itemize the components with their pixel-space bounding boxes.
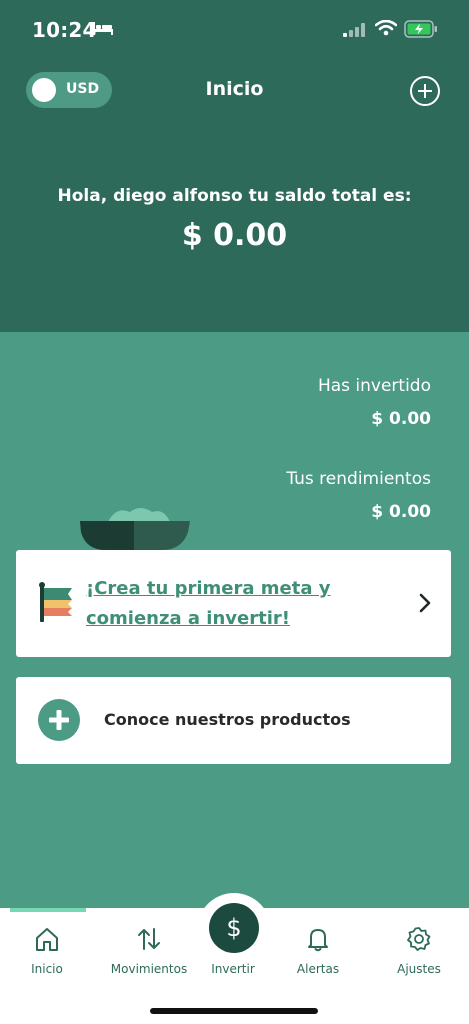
tab-alertas[interactable]: Alertas	[271, 908, 365, 988]
gear-icon	[372, 926, 466, 952]
battery-charging-icon	[404, 20, 438, 42]
tab-label: Movimientos	[110, 962, 188, 976]
tab-label: Ajustes	[397, 962, 441, 976]
plant-pot-illustration	[78, 504, 192, 556]
plus-circle-icon	[38, 699, 80, 741]
invested-value: $ 0.00	[371, 409, 431, 429]
bell-icon	[271, 926, 365, 952]
tab-label: Alertas	[296, 962, 340, 976]
returns-label: Tus rendimientos	[286, 469, 431, 489]
chevron-right-icon	[418, 593, 432, 617]
tab-inicio[interactable]: Inicio	[0, 908, 94, 988]
plus-circle-icon	[410, 76, 440, 106]
status-bar: 10:24	[0, 0, 469, 60]
tab-label-invertir: Invertir	[211, 962, 255, 976]
create-goal-link[interactable]: ¡Crea tu primera meta y comienza a inver…	[86, 574, 386, 634]
invest-button[interactable]: $	[209, 903, 259, 953]
products-label: Conoce nuestros productos	[104, 710, 351, 729]
tab-ajustes[interactable]: Ajustes	[372, 908, 466, 988]
invested-label: Has invertido	[317, 376, 431, 396]
home-icon	[0, 926, 94, 952]
products-card[interactable]: Conoce nuestros productos	[16, 677, 451, 764]
total-balance: $ 0.00	[181, 218, 288, 253]
app-screen: 10:24 USD Inicio Hola, diego alfonso tu …	[0, 0, 469, 1024]
tab-movimientos[interactable]: Movimientos	[102, 908, 196, 988]
header-panel: 10:24 USD Inicio Hola, diego alfonso tu …	[0, 0, 469, 332]
wifi-icon	[374, 19, 398, 40]
returns-value: $ 0.00	[371, 502, 431, 522]
tab-label: Inicio	[31, 962, 63, 976]
bed-icon	[92, 20, 114, 40]
arrows-updown-icon	[102, 926, 196, 952]
create-goal-card[interactable]: ¡Crea tu primera meta y comienza a inver…	[16, 550, 451, 657]
dollar-icon: $	[226, 914, 242, 942]
flag-icon	[38, 582, 74, 628]
cellular-signal-icon	[343, 22, 367, 41]
greeting-text: Hola, diego alfonso tu saldo total es:	[57, 186, 412, 206]
add-button[interactable]	[409, 75, 441, 107]
page-title: Inicio	[205, 78, 264, 100]
home-indicator	[150, 1008, 318, 1014]
status-time: 10:24	[32, 18, 97, 42]
